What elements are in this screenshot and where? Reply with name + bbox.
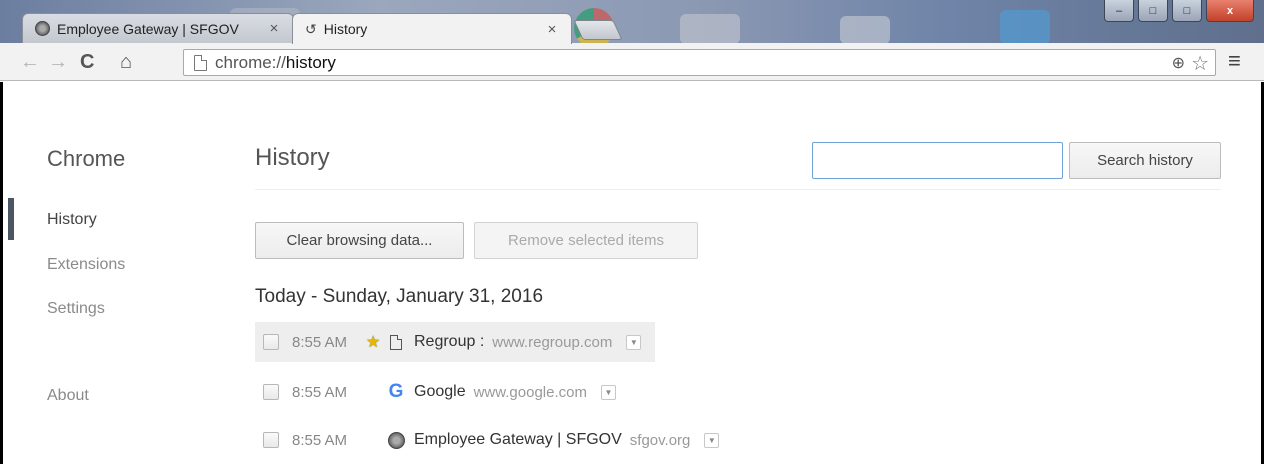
entry-domain: sfgov.org — [629, 431, 691, 449]
history-entry[interactable]: 8:55 AM G Google www.google.com ▼ — [255, 372, 616, 412]
tab-title: History — [323, 21, 368, 37]
page-title: History — [255, 144, 330, 171]
url-scheme: chrome:// — [215, 52, 286, 72]
minimize-button[interactable]: – — [1104, 0, 1134, 22]
page-frame-left — [0, 82, 3, 464]
menu-hamburger-icon[interactable]: ≡ — [1228, 49, 1241, 73]
search-input[interactable] — [812, 142, 1063, 179]
zoom-icon[interactable]: ⊕ — [1172, 53, 1185, 73]
entry-menu-dropdown-icon[interactable]: ▼ — [704, 432, 720, 448]
address-url[interactable]: chrome://history — [215, 53, 336, 73]
sidebar-item-history[interactable]: History — [47, 211, 97, 229]
address-bar[interactable]: chrome://history ⊕ ☆ — [183, 49, 1216, 76]
entry-domain: www.google.com — [473, 383, 587, 401]
back-arrow-icon[interactable]: ← — [20, 50, 40, 74]
header-divider — [255, 189, 1221, 190]
google-icon: G — [388, 381, 404, 402]
entry-menu-dropdown-icon[interactable]: ▼ — [626, 334, 642, 350]
maximize-button[interactable]: □ — [1138, 0, 1168, 22]
bookmark-star-icon[interactable]: ☆ — [1191, 51, 1209, 76]
sidebar-item-extensions[interactable]: Extensions — [47, 256, 125, 274]
entry-time: 8:55 AM — [292, 383, 348, 401]
sidebar-selection-marker — [8, 198, 14, 240]
window-controls: – □ □ x — [1104, 0, 1254, 22]
entry-title-link[interactable]: Google — [414, 383, 466, 401]
bookmarked-star-icon: ★ — [366, 334, 381, 351]
entry-time: 8:55 AM — [292, 431, 348, 449]
tab-employee-gateway[interactable]: Employee Gateway | SFGOV × — [22, 13, 294, 43]
entry-checkbox[interactable] — [263, 432, 279, 448]
history-entry[interactable]: 8:55 AM ★ Regroup : www.regroup.com ▼ — [255, 322, 656, 362]
entry-time: 8:55 AM — [292, 333, 348, 351]
tab-close-icon[interactable]: × — [545, 21, 559, 38]
sidebar-item-about[interactable]: About — [47, 387, 89, 405]
tab-history[interactable]: ↺ History × — [292, 13, 572, 44]
history-entry[interactable]: 8:55 AM Employee Gateway | SFGOV sfgov.o… — [255, 420, 720, 460]
entry-title-link[interactable]: Regroup : — [414, 333, 484, 351]
forward-arrow-icon[interactable]: → — [48, 50, 68, 74]
entry-checkbox[interactable] — [263, 334, 279, 350]
sidebar-item-settings[interactable]: Settings — [47, 300, 105, 318]
history-clock-icon: ↺ — [305, 20, 317, 37]
day-heading: Today - Sunday, January 31, 2016 — [255, 286, 544, 307]
tab-title: Employee Gateway | SFGOV — [57, 20, 239, 37]
maximize-restore-button[interactable]: □ — [1172, 0, 1202, 22]
home-icon[interactable]: ⌂ — [120, 50, 132, 74]
search-history-button[interactable]: Search history — [1069, 142, 1221, 179]
close-window-button[interactable]: x — [1206, 0, 1254, 22]
entry-title-link[interactable]: Employee Gateway | SFGOV — [414, 431, 622, 449]
page-icon — [194, 54, 207, 71]
remove-selected-items-button[interactable]: Remove selected items — [474, 222, 698, 259]
browser-toolbar: ← → C ⌂ chrome://history ⊕ ☆ ≡ — [0, 43, 1264, 81]
sfgov-seal-icon — [35, 21, 50, 36]
reload-icon[interactable]: C — [80, 50, 94, 74]
history-page: Chrome History Extensions Settings About… — [0, 82, 1264, 464]
page-icon — [386, 333, 406, 351]
entry-checkbox[interactable] — [263, 384, 279, 400]
entry-menu-dropdown-icon[interactable]: ▼ — [600, 384, 616, 400]
clear-browsing-data-button[interactable]: Clear browsing data... — [255, 222, 464, 259]
url-host: history — [285, 52, 336, 72]
entry-domain: www.regroup.com — [492, 333, 613, 351]
sfgov-seal-icon — [386, 431, 406, 449]
tab-close-icon[interactable]: × — [267, 20, 281, 37]
sidebar-brand: Chrome — [47, 146, 126, 171]
